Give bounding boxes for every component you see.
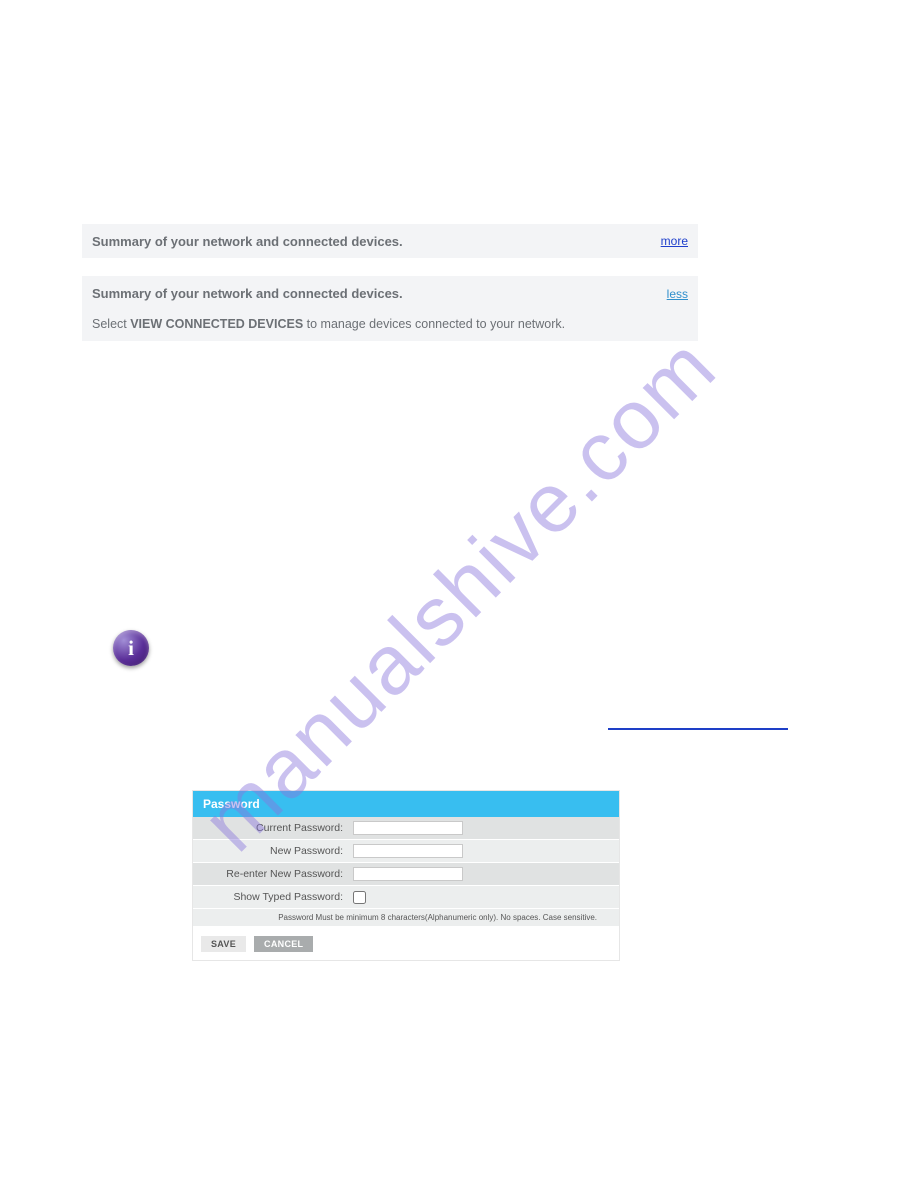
checkbox-show-password[interactable] xyxy=(353,891,366,904)
row-show-password: Show Typed Password: xyxy=(193,886,619,909)
save-button[interactable]: SAVE xyxy=(201,936,246,952)
watermark: manualshive.com xyxy=(183,318,735,870)
input-reenter-password[interactable] xyxy=(353,867,463,881)
summary-panel-expanded: Summary of your network and connected de… xyxy=(82,276,698,341)
label-new-password: New Password: xyxy=(193,845,353,857)
info-icon: i xyxy=(113,630,149,666)
label-reenter-password: Re-enter New Password: xyxy=(193,868,353,880)
password-card: Password Current Password: New Password:… xyxy=(192,790,620,961)
summary-panel-collapsed: Summary of your network and connected de… xyxy=(82,224,698,258)
row-new-password: New Password: xyxy=(193,840,619,863)
cancel-button[interactable]: CANCEL xyxy=(254,936,313,952)
summary-body-strong: VIEW CONNECTED DEVICES xyxy=(130,317,303,331)
summary-body: Select VIEW CONNECTED DEVICES to manage … xyxy=(92,317,688,331)
row-current-password: Current Password: xyxy=(193,817,619,840)
password-actions: SAVE CANCEL xyxy=(193,926,619,960)
label-current-password: Current Password: xyxy=(193,822,353,834)
more-link[interactable]: more xyxy=(661,234,688,248)
label-show-password: Show Typed Password: xyxy=(193,891,353,903)
password-header: Password xyxy=(193,791,619,817)
summary-title-collapsed: Summary of your network and connected de… xyxy=(92,234,403,249)
summary-body-prefix: Select xyxy=(92,317,130,331)
input-new-password[interactable] xyxy=(353,844,463,858)
less-link[interactable]: less xyxy=(667,287,688,301)
input-current-password[interactable] xyxy=(353,821,463,835)
summary-title-expanded: Summary of your network and connected de… xyxy=(92,286,403,301)
link-underline-rule xyxy=(608,728,788,730)
row-reenter-password: Re-enter New Password: xyxy=(193,863,619,886)
summary-body-suffix: to manage devices connected to your netw… xyxy=(303,317,565,331)
password-hint: Password Must be minimum 8 characters(Al… xyxy=(193,909,619,926)
